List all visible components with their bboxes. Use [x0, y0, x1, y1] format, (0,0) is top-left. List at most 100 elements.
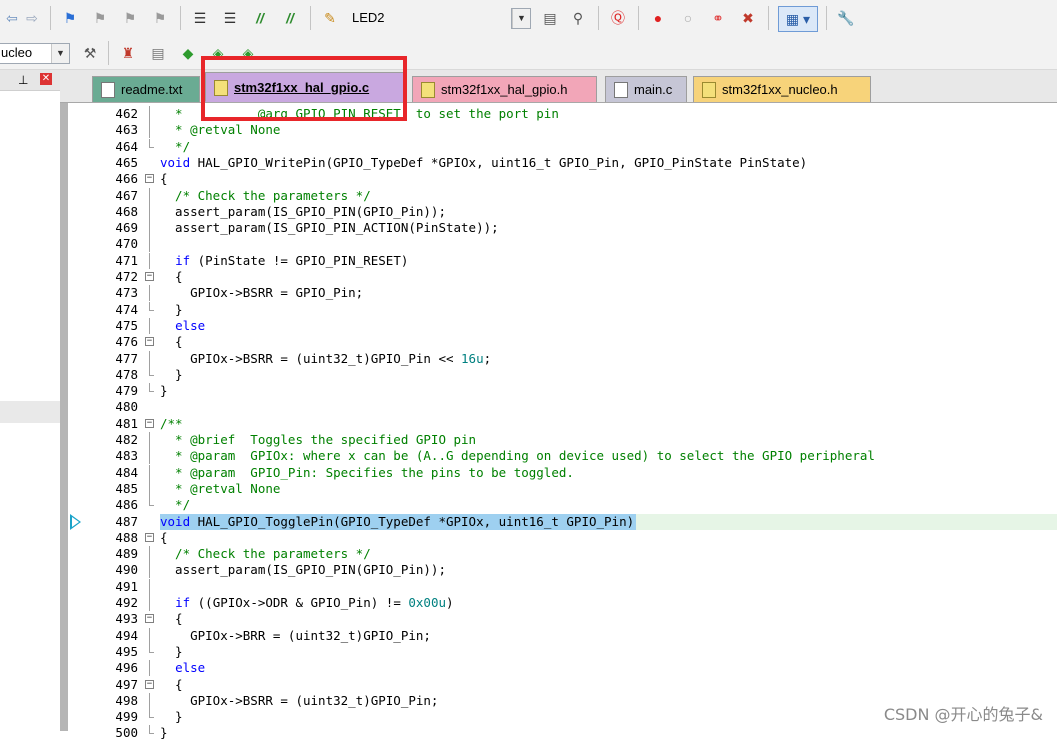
code-line[interactable]: 474 } [60, 301, 1057, 318]
bookmark-clear-icon[interactable]: ⚑ [150, 8, 170, 28]
code-text: { [160, 676, 183, 692]
code-text: { [160, 334, 183, 350]
code-line[interactable]: 473 GPIOx->BSRR = GPIO_Pin; [60, 285, 1057, 302]
code-line[interactable]: 470 [60, 236, 1057, 253]
back-arrow-icon[interactable]: ⇦ [2, 8, 22, 28]
fold-guide [149, 366, 150, 375]
line-number: 479 [115, 383, 138, 399]
code-line[interactable]: 486 */ [60, 497, 1057, 513]
fold-guide [149, 317, 150, 334]
code-line[interactable]: 495 } [60, 643, 1057, 660]
code-line[interactable]: 475 else [60, 317, 1057, 334]
fold-toggle-icon[interactable]: − [145, 272, 154, 281]
code-line[interactable]: 485 * @retval None [60, 480, 1057, 497]
debug-icon[interactable]: Ⓠ [608, 8, 628, 28]
code-line[interactable]: 484 * @param GPIO_Pin: Specifies the pin… [60, 464, 1057, 481]
breakpoint-disable-icon[interactable]: ○ [678, 8, 698, 28]
uncomment-icon[interactable]: // [280, 8, 300, 28]
code-line[interactable]: 483 * @param GPIOx: where x can be (A..G… [60, 448, 1057, 465]
line-number: 478 [115, 366, 138, 382]
fold-toggle-icon[interactable]: − [145, 418, 154, 428]
wrench-icon[interactable]: 🔧 [836, 8, 856, 28]
pin-icon[interactable]: ⊥ [18, 73, 28, 87]
fold-guide [149, 464, 150, 481]
breakpoint-clear-icon[interactable]: ⚭ [708, 8, 728, 28]
bookmark-next-icon[interactable]: ⚑ [120, 8, 140, 28]
line-number: 494 [115, 627, 138, 643]
code-line[interactable]: 472− { [60, 269, 1057, 285]
code-text: } [160, 725, 168, 741]
code-line[interactable]: 480 [60, 399, 1057, 415]
bookmark-icon[interactable]: ⚑ [60, 8, 80, 28]
code-line[interactable]: 500} [60, 725, 1057, 741]
code-line[interactable]: 464 */ [60, 138, 1057, 155]
code-line[interactable]: 482 * @brief Toggles the specified GPIO … [60, 432, 1057, 448]
window-icon[interactable]: ▦ ▾ [778, 6, 818, 32]
code-line[interactable]: 481−/** [60, 416, 1057, 432]
fold-toggle-icon[interactable]: − [145, 337, 154, 347]
indent-icon[interactable]: ☰ [190, 8, 210, 28]
line-number: 495 [115, 643, 138, 659]
code-line[interactable]: 465 void HAL_GPIO_WritePin(GPIO_TypeDef *… [60, 155, 1057, 171]
fold-toggle-icon[interactable]: − [145, 679, 154, 689]
breakpoint-kill-icon[interactable]: ✖ [738, 8, 758, 28]
manage-books-icon[interactable]: ▤ [148, 43, 168, 63]
comment-icon[interactable]: // [250, 8, 270, 28]
code-line[interactable]: 476− { [60, 334, 1057, 350]
code-line[interactable]: 477 GPIOx->BSRR = (uint32_t)GPIO_Pin << … [60, 350, 1057, 367]
close-icon[interactable]: ✕ [40, 73, 52, 85]
manage-project-icon[interactable]: ♜ [118, 43, 138, 63]
line-number: 469 [115, 220, 138, 236]
tab-main-c[interactable]: main.c [605, 76, 687, 102]
code-line[interactable]: 491 [60, 578, 1057, 595]
code-line[interactable]: 468 assert_param(IS_GPIO_PIN(GPIO_Pin)); [60, 203, 1057, 220]
breakpoint-icon[interactable]: ● [648, 8, 668, 28]
target-select[interactable]: ucleo ▼ [0, 43, 70, 64]
fold-toggle-icon[interactable]: − [145, 614, 154, 624]
fold-end [149, 505, 154, 507]
fold-toggle-icon[interactable]: − [145, 532, 154, 542]
bookmark-prev-icon[interactable]: ⚑ [90, 8, 110, 28]
code-line[interactable]: 496 else [60, 660, 1057, 677]
fold-guide [149, 709, 150, 718]
tab-readme[interactable]: readme.txt [92, 76, 200, 102]
find-in-files-icon[interactable]: ⚲ [568, 8, 588, 28]
toolbar-separator [598, 6, 599, 30]
code-line[interactable]: 492 if ((GPIOx->ODR & GPIO_Pin) != 0x00u… [60, 595, 1057, 611]
fold-toggle-icon[interactable]: − [145, 174, 154, 184]
code-line[interactable]: 489 /* Check the parameters */ [60, 546, 1057, 563]
code-line[interactable]: 488−{ [60, 530, 1057, 546]
code-text: { [160, 611, 183, 627]
target-options-icon[interactable]: ✎ [320, 8, 340, 28]
code-line[interactable]: 469 assert_param(IS_GPIO_PIN_ACTION(PinS… [60, 220, 1057, 237]
target-name[interactable]: LED2 [352, 10, 385, 25]
forward-arrow-icon[interactable]: ⇨ [22, 8, 42, 28]
main-toolbar: ⇦ ⇨ ⚑ ⚑ ⚑ ⚑ ☰ ☰ // // ✎ LED2 ▼ ▤ ⚲ Ⓠ ● ○… [0, 0, 1057, 38]
code-line[interactable]: 471 if (PinState != GPIO_PIN_RESET) [60, 252, 1057, 269]
code-line[interactable]: 493− { [60, 611, 1057, 627]
code-line[interactable]: 478 } [60, 366, 1057, 383]
code-line[interactable]: 479} [60, 383, 1057, 399]
fold-end [149, 146, 154, 148]
code-line[interactable]: 490 assert_param(IS_GPIO_PIN(GPIO_Pin)); [60, 562, 1057, 579]
fold-guide [149, 301, 150, 310]
magic-wand-icon[interactable]: ⚒ [80, 43, 100, 63]
tab-hal-gpio-h[interactable]: stm32f1xx_hal_gpio.h [412, 76, 597, 102]
unindent-icon[interactable]: ☰ [220, 8, 240, 28]
line-number: 480 [115, 399, 138, 415]
code-line[interactable]: 466−{ [60, 171, 1057, 187]
tab-nucleo-h[interactable]: stm32f1xx_nucleo.h [693, 76, 871, 102]
code-line[interactable]: 497− { [60, 677, 1057, 693]
code-line[interactable]: 463 * @retval None [60, 122, 1057, 139]
line-number: 482 [115, 432, 138, 447]
code-line[interactable]: 487 void HAL_GPIO_TogglePin(GPIO_TypeDef … [60, 513, 1057, 530]
target-combo[interactable]: ▼ [511, 8, 531, 29]
file-icon[interactable]: ▤ [540, 8, 560, 28]
code-editor[interactable]: 462 * @arg GPIO_PIN_RESET: to set the po… [60, 103, 1057, 740]
code-line[interactable]: 467 /* Check the parameters */ [60, 187, 1057, 204]
code-line[interactable]: 494 GPIOx->BRR = (uint32_t)GPIO_Pin; [60, 627, 1057, 644]
code-text: if ((GPIOx->ODR & GPIO_Pin) != 0x00u) [175, 595, 454, 610]
fold-guide [149, 252, 150, 269]
line-number: 486 [115, 497, 138, 513]
pack-installer-icon[interactable]: ◆ [178, 43, 198, 63]
